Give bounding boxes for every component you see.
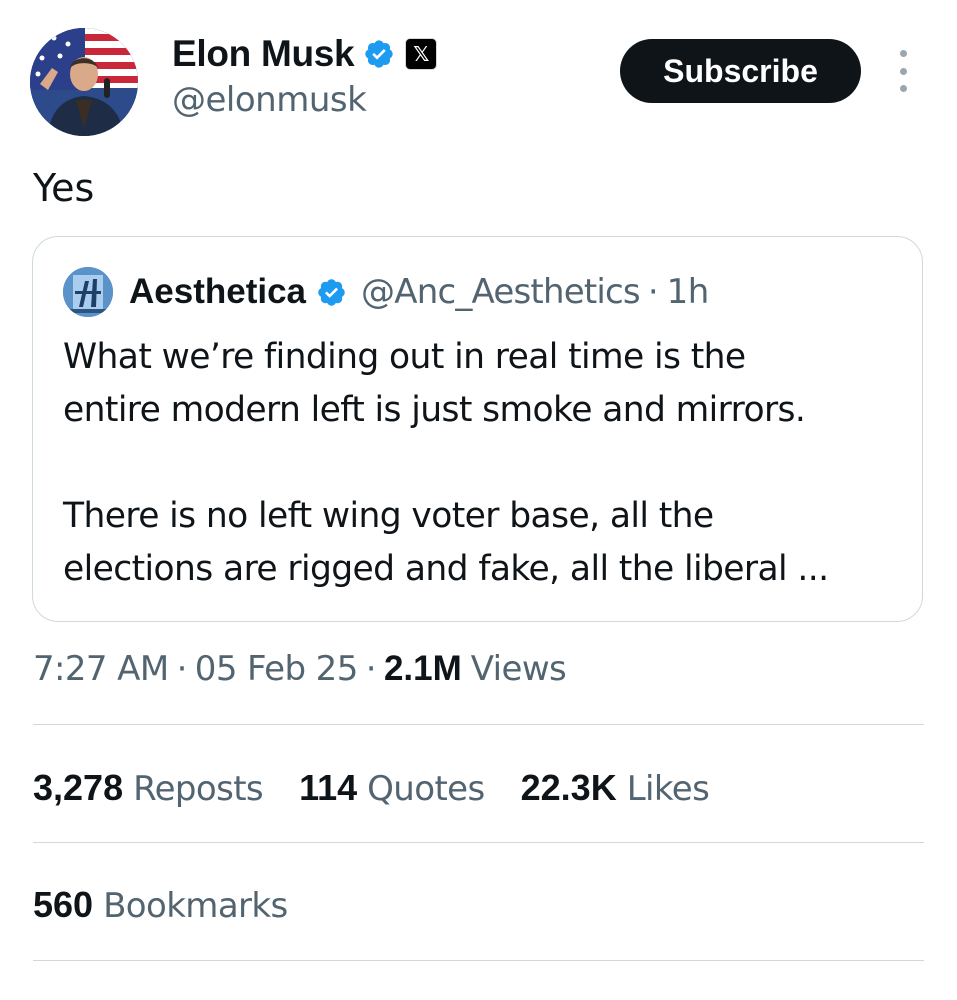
- quoted-tweet-header: Aesthetica @Anc_Aesthetics · 1h: [63, 267, 709, 317]
- divider: [33, 842, 924, 843]
- quoted-text-line: entire modern left is just smoke and mir…: [63, 390, 806, 430]
- quoted-tweet-text: What we’re finding out in real time is t…: [63, 331, 903, 596]
- quoted-text-line: There is no left wing voter base, all th…: [63, 496, 714, 536]
- quoted-timestamp[interactable]: 1h: [667, 272, 710, 312]
- x-affiliate-badge-icon[interactable]: 𝕏: [405, 38, 438, 70]
- author-handle[interactable]: @elonmusk: [172, 80, 367, 120]
- tweet-time[interactable]: 7:27 AM: [33, 649, 169, 689]
- bookmarks-stats: 560 Bookmarks: [33, 880, 324, 930]
- likes-label: Likes: [626, 769, 710, 809]
- quoted-tweet-card[interactable]: Aesthetica @Anc_Aesthetics · 1h What we’…: [32, 236, 923, 622]
- divider: [33, 724, 924, 725]
- quoted-author-avatar[interactable]: [63, 267, 113, 317]
- author-name-row: Elon Musk 𝕏: [172, 30, 438, 78]
- author-name[interactable]: Elon Musk: [172, 33, 355, 75]
- quoted-separator: ·: [647, 272, 659, 312]
- quoted-text-line: elections are rigged and fake, all the l…: [63, 549, 829, 589]
- more-dot: [899, 85, 907, 92]
- quoted-text-line: What we’re finding out in real time is t…: [63, 337, 746, 377]
- author-avatar[interactable]: [30, 28, 138, 136]
- quoted-verified-badge-icon: [316, 277, 347, 308]
- more-dot: [899, 67, 907, 75]
- verified-badge-icon[interactable]: [363, 38, 395, 70]
- quotes-stat[interactable]: 114 Quotes: [299, 767, 485, 809]
- tweet-detail: Elon Musk 𝕏 @elonmusk Subscribe Yes Aest…: [0, 0, 957, 1000]
- bookmarks-count: 560: [33, 884, 94, 925]
- views-count[interactable]: 2.1M: [384, 649, 462, 689]
- bookmarks-stat[interactable]: 560 Bookmarks: [33, 884, 288, 926]
- views-label[interactable]: Views: [471, 649, 567, 689]
- reposts-stat[interactable]: 3,278 Reposts: [33, 767, 264, 809]
- quoted-author-name[interactable]: Aesthetica: [129, 272, 306, 312]
- tweet-meta: 7:27 AM · 05 Feb 25 · 2.1M Views: [33, 645, 567, 693]
- likes-count: 22.3K: [520, 767, 617, 808]
- engagement-stats: 3,278 Reposts 114 Quotes 22.3K Likes: [33, 763, 745, 813]
- meta-separator: ·: [365, 649, 377, 689]
- tweet-date[interactable]: 05 Feb 25: [195, 649, 359, 689]
- reposts-label: Reposts: [133, 769, 264, 809]
- more-options-icon[interactable]: [893, 50, 913, 92]
- quoted-author-handle[interactable]: @Anc_Aesthetics: [361, 272, 641, 312]
- quotes-label: Quotes: [367, 769, 485, 809]
- more-dot: [899, 50, 907, 57]
- subscribe-button[interactable]: Subscribe: [620, 39, 861, 103]
- likes-stat[interactable]: 22.3K Likes: [521, 767, 710, 809]
- quotes-count: 114: [299, 767, 358, 808]
- tweet-text: Yes: [33, 166, 95, 210]
- bookmarks-label: Bookmarks: [103, 886, 288, 926]
- divider: [33, 960, 924, 961]
- meta-separator: ·: [176, 649, 188, 689]
- reposts-count: 3,278: [33, 767, 124, 808]
